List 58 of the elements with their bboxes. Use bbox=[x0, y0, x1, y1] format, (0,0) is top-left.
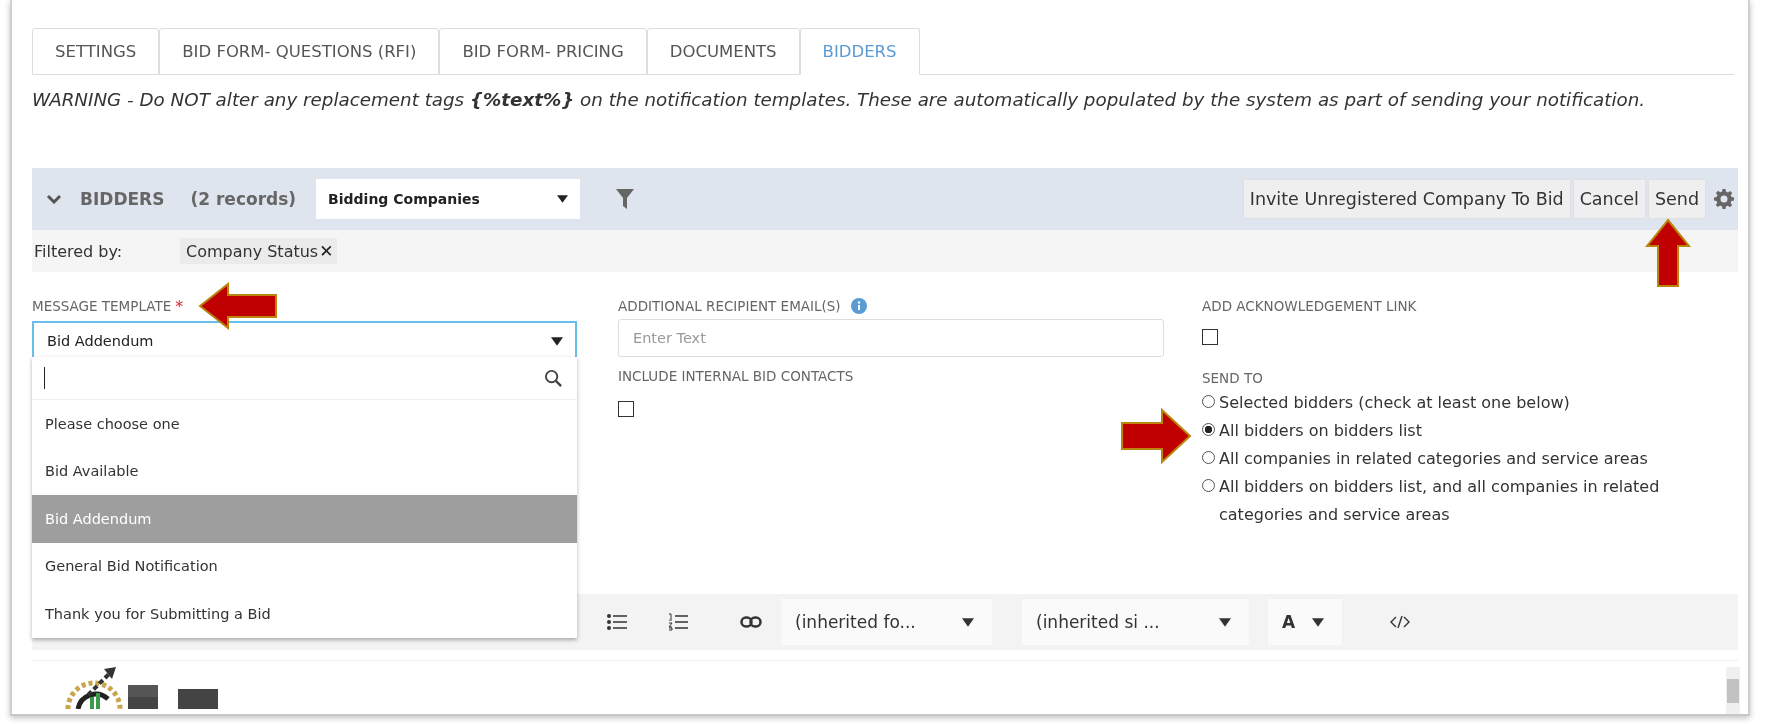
dropdown-option[interactable]: Thank you for Submitting a Bid bbox=[32, 590, 577, 638]
filter-icon[interactable] bbox=[616, 189, 635, 209]
arrow-icon bbox=[1120, 408, 1192, 464]
radio-label: Selected bidders (check at least one below) bbox=[1219, 392, 1570, 414]
radio-label: All bidders on bidders list, and all companies in related categories and service areas bbox=[1219, 476, 1661, 526]
radio-label: All companies in related categories and service areas bbox=[1219, 448, 1648, 470]
info-icon[interactable] bbox=[850, 298, 867, 314]
code-view-icon[interactable] bbox=[1390, 615, 1410, 629]
dropdown-option[interactable]: Bid Available bbox=[32, 447, 577, 495]
field-label: MESSAGE TEMPLATE bbox=[32, 298, 172, 314]
bulleted-list-icon[interactable] bbox=[607, 614, 627, 630]
checkbox[interactable] bbox=[618, 401, 634, 417]
filter-label: Filtered by: bbox=[34, 241, 124, 261]
radio-label: All bidders on bidders list bbox=[1219, 420, 1422, 442]
field-label: ADD ACKNOWLEDGEMENT LINK bbox=[1202, 297, 1418, 316]
tab[interactable]: BID FORM- QUESTIONS (RFI) bbox=[159, 28, 440, 75]
settings-icon[interactable] bbox=[1714, 189, 1734, 209]
warning-text: WARNING - Do NOT alter any replacement tags {%text%} on the notification templates. These are automatically populated by the system as part of sending your notification. bbox=[32, 89, 1647, 112]
dropdown-option[interactable]: General Bid Notification bbox=[32, 542, 577, 590]
scrollbar[interactable] bbox=[1726, 667, 1740, 714]
toolbar-button[interactable]: Cancel bbox=[1572, 179, 1646, 219]
remove-button[interactable]: ✕ bbox=[319, 241, 334, 261]
field-label: SEND TO bbox=[1202, 369, 1264, 388]
link-icon[interactable] bbox=[740, 616, 762, 628]
radio-button[interactable] bbox=[1202, 451, 1215, 464]
dropdown-arrow-icon bbox=[551, 336, 563, 346]
tab[interactable]: BID FORM- PRICING bbox=[439, 28, 647, 75]
chip-label: Company Status bbox=[186, 241, 319, 261]
arrow-icon bbox=[1645, 218, 1691, 288]
size-select[interactable]: (inherited si ... bbox=[1022, 599, 1249, 645]
scrollbar-thumb[interactable] bbox=[1727, 679, 1739, 703]
toolbar-button[interactable]: Send bbox=[1647, 179, 1706, 219]
text-color-select[interactable]: A bbox=[1268, 599, 1342, 645]
dropdown-arrow-icon bbox=[557, 195, 569, 203]
numbered-list-icon[interactable] bbox=[668, 613, 688, 631]
record-count: (2 records) bbox=[190, 189, 297, 209]
radio-button[interactable] bbox=[1202, 423, 1215, 436]
radio-button[interactable] bbox=[1202, 479, 1215, 492]
dropdown-option[interactable]: Please choose one bbox=[32, 400, 577, 448]
tab[interactable]: SETTINGS bbox=[32, 28, 160, 75]
required-mark: * bbox=[175, 296, 184, 316]
search-icon bbox=[544, 368, 563, 388]
radio-button[interactable] bbox=[1202, 395, 1215, 408]
email-input[interactable]: Enter Text bbox=[618, 319, 1164, 357]
tab[interactable]: DOCUMENTS bbox=[646, 28, 800, 75]
toolbar-button[interactable]: Invite Unregistered Company To Bid bbox=[1242, 179, 1571, 219]
dropdown-arrow-icon bbox=[1312, 617, 1324, 627]
field-label: INCLUDE INTERNAL BID CONTACTS bbox=[618, 367, 855, 386]
font-select[interactable]: (inherited fo... bbox=[781, 599, 992, 645]
chevron-icon[interactable] bbox=[46, 194, 62, 204]
field-label: ADDITIONAL RECIPIENT EMAIL(S) bbox=[618, 298, 841, 314]
checkbox[interactable] bbox=[1202, 329, 1218, 345]
editor-body[interactable] bbox=[32, 660, 1738, 714]
dropdown-arrow-icon bbox=[962, 617, 974, 627]
arrow-icon bbox=[198, 282, 278, 330]
view-select[interactable]: Bidding Companies bbox=[316, 179, 581, 219]
panel-title: BIDDERS bbox=[80, 189, 165, 209]
dropdown-arrow-icon bbox=[1219, 617, 1231, 627]
